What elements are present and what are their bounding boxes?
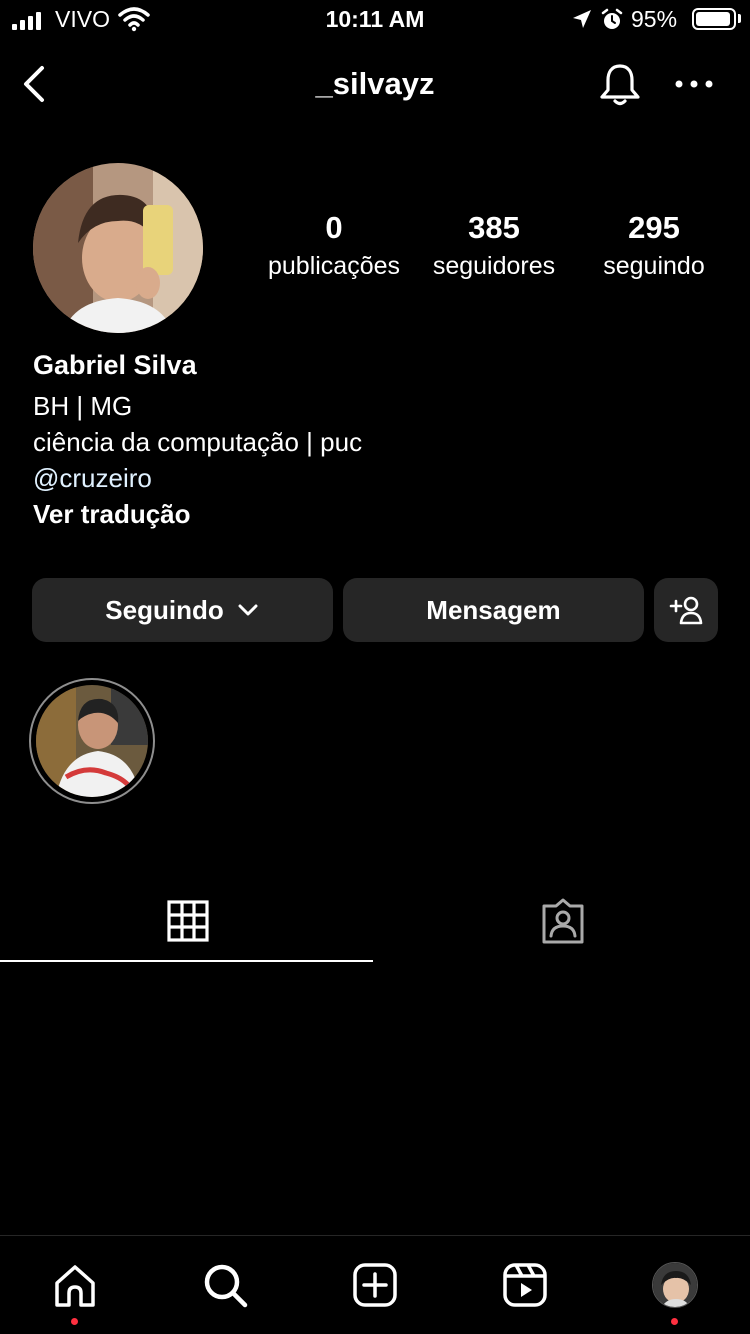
nav-search[interactable] xyxy=(200,1258,250,1312)
following-button[interactable]: Seguindo xyxy=(32,578,333,642)
message-button-label: Mensagem xyxy=(426,594,561,625)
nav-home[interactable] xyxy=(50,1258,100,1312)
tagged-icon xyxy=(542,898,583,944)
search-icon xyxy=(204,1264,248,1308)
profile-avatar[interactable] xyxy=(33,163,203,333)
nav-reels[interactable] xyxy=(500,1258,550,1312)
battery-cap xyxy=(738,14,741,23)
bio-mention-link[interactable]: @cruzeiro xyxy=(33,463,152,494)
avatar-photo xyxy=(33,163,203,333)
profile-notification-dot xyxy=(671,1318,678,1325)
stat-followers[interactable]: 385 seguidores xyxy=(414,210,574,281)
home-notification-dot xyxy=(71,1318,78,1325)
suggest-people-button[interactable] xyxy=(654,578,718,642)
see-translation-link[interactable]: Ver tradução xyxy=(33,499,191,530)
battery-icon xyxy=(692,8,736,30)
stat-posts-label: publicações xyxy=(267,252,401,280)
bell-icon[interactable] xyxy=(596,60,644,108)
location-icon xyxy=(573,10,591,28)
battery-percent: 95% xyxy=(631,6,678,32)
stat-posts[interactable]: 0 publicações xyxy=(254,210,414,281)
stat-posts-value: 0 xyxy=(325,210,343,245)
following-button-label: Seguindo xyxy=(105,594,224,625)
add-person-icon xyxy=(669,596,703,625)
stat-following-label: seguindo xyxy=(603,252,705,280)
tab-tagged[interactable] xyxy=(375,880,750,962)
active-tab-indicator xyxy=(0,960,373,962)
message-button[interactable]: Mensagem xyxy=(343,578,644,642)
bio-line: BH | MG xyxy=(33,391,133,421)
grid-icon xyxy=(166,900,209,942)
more-icon[interactable] xyxy=(670,62,718,106)
back-icon[interactable] xyxy=(16,62,60,106)
stat-followers-label: seguidores xyxy=(432,252,556,280)
home-icon xyxy=(55,1265,95,1307)
stat-following-value: 295 xyxy=(628,210,680,245)
nav-create[interactable] xyxy=(350,1258,400,1312)
stat-followers-value: 385 xyxy=(468,210,520,245)
status-bar: VIVO 10:11 AM 95% xyxy=(0,0,750,40)
nav-profile[interactable] xyxy=(650,1258,700,1312)
create-post-icon xyxy=(353,1263,397,1307)
reels-icon xyxy=(503,1263,547,1307)
tab-posts-grid[interactable] xyxy=(0,880,375,962)
highlight-photo xyxy=(36,685,148,797)
story-highlight-thumbnail[interactable] xyxy=(36,685,148,797)
bottom-nav-divider xyxy=(0,1235,750,1236)
nav-profile-avatar xyxy=(652,1262,698,1308)
chevron-down-icon xyxy=(238,604,258,616)
profile-name: Gabriel Silva xyxy=(33,350,197,380)
bio-line: ciência da computação | puc xyxy=(33,427,363,457)
stat-following[interactable]: 295 seguindo xyxy=(574,210,734,281)
alarm-icon xyxy=(601,8,623,29)
